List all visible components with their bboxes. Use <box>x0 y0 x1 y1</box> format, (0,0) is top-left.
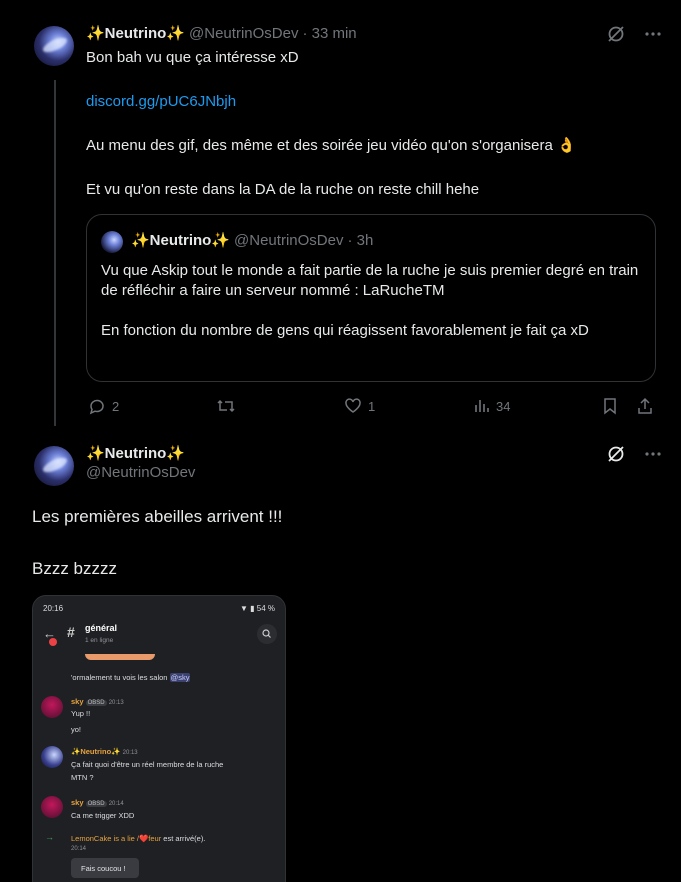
tweet-header: ✨Neutrino✨ @NeutrinOsDev · 33 min <box>86 24 357 43</box>
tweet-text-line: Bon bah vu que ça intéresse xD <box>86 49 299 66</box>
reply-button[interactable]: 2 <box>88 397 119 415</box>
display-name[interactable]: ✨Neutrino✨ <box>86 24 185 42</box>
quote-header: ✨Neutrino✨ @NeutrinOsDev · 3h <box>131 231 374 250</box>
tweet-text-line: Au menu des gif, des même et des soirée … <box>86 137 576 154</box>
views-icon <box>472 397 490 415</box>
message-author: ✨Neutrino✨ 20:13 <box>71 747 138 756</box>
retweet-button[interactable] <box>216 397 236 415</box>
avatar <box>41 796 63 818</box>
message-text: MTN ? <box>71 773 94 782</box>
join-message: LemonCake is a lie /❤️feur est arrivé(e)… <box>71 834 206 843</box>
quoted-tweet[interactable]: ✨Neutrino✨ @NeutrinOsDev · 3h Vu que Ask… <box>86 214 656 382</box>
avatar <box>101 231 123 253</box>
handle[interactable]: @NeutrinOsDev <box>86 463 195 483</box>
avatar <box>41 746 63 768</box>
handle: @NeutrinOsDev <box>234 231 344 249</box>
timestamp[interactable]: · 33 min <box>302 25 356 42</box>
like-icon <box>344 397 362 415</box>
phone-status-time: 20:16 <box>43 604 64 613</box>
message-text: Ca me trigger XDD <box>71 811 135 820</box>
avatar[interactable] <box>34 446 74 486</box>
display-name[interactable]: ✨Neutrino✨ <box>86 445 195 463</box>
display-name: ✨Neutrino✨ <box>131 232 231 249</box>
search-icon <box>257 624 277 644</box>
tweet-media-image[interactable]: 20:16 ▼ ▮ 54 % ← # général 1 en ligne 'o… <box>32 595 286 882</box>
quote-paragraph: En fonction du nombre de gens qui réagis… <box>101 322 589 339</box>
channel-header: ← # général 1 en ligne <box>33 618 285 654</box>
reply-icon <box>88 397 106 415</box>
retweet-icon <box>216 397 236 415</box>
more-icon[interactable] <box>644 445 662 463</box>
message-text: 'ormalement tu vois les salon @sky <box>71 673 191 682</box>
like-count: 1 <box>368 398 376 414</box>
bookmark-icon <box>602 397 618 415</box>
wave-button-label: Fais coucou ! <box>81 864 126 873</box>
channel-sub: 1 en ligne <box>85 637 114 644</box>
phone-battery: ▼ ▮ 54 % <box>240 604 275 613</box>
tweet-header-actions <box>606 444 662 464</box>
reply-count: 2 <box>112 398 120 414</box>
channel-name: général <box>85 623 118 633</box>
reaction-bar <box>85 654 155 660</box>
views-button[interactable]: 34 <box>472 397 510 415</box>
hash-icon: # <box>67 624 75 640</box>
join-time: 20:14 <box>71 846 87 852</box>
views-count: 34 <box>496 398 511 414</box>
notification-badge <box>49 638 57 646</box>
tweet-header-actions <box>606 24 662 44</box>
like-button[interactable]: 1 <box>344 397 375 415</box>
share-button[interactable] <box>636 397 654 415</box>
bookmark-button[interactable] <box>602 397 618 415</box>
discord-link[interactable]: discord.gg/pUC6JNbjh <box>86 92 236 112</box>
quote-text: Vu que Askip tout le monde a fait partie… <box>101 261 641 341</box>
share-icon <box>636 397 654 415</box>
handle[interactable]: @NeutrinOsDev <box>189 25 298 42</box>
message-author: sky OBSD 20:14 <box>71 798 124 807</box>
tweet-text-line: Bzzz bzzzz <box>32 559 118 578</box>
quote-paragraph: Vu que Askip tout le monde a fait partie… <box>101 262 639 299</box>
tweet-actions: 2 1 34 <box>86 397 656 419</box>
tweet-text-line: Les premières abeilles arrivent !!! <box>32 507 283 526</box>
join-arrow-icon: → <box>45 832 54 842</box>
more-icon[interactable] <box>644 25 662 43</box>
wave-button[interactable]: Fais coucou ! <box>71 858 139 878</box>
avatar <box>41 696 63 718</box>
timestamp: · 3h <box>347 231 374 249</box>
message-text: Ça fait quoi d'être un réel membre de la… <box>71 760 224 769</box>
avatar[interactable] <box>34 26 74 66</box>
tweet-header: ✨Neutrino✨ @NeutrinOsDev <box>86 445 195 483</box>
thread-line <box>54 80 56 426</box>
message-text: Yup !! <box>71 709 91 718</box>
tweet-text-line: Et vu qu'on reste dans la DA de la ruche… <box>86 181 480 198</box>
message-text: yo! <box>71 725 82 734</box>
grok-icon[interactable] <box>606 444 626 464</box>
grok-icon[interactable] <box>606 24 626 44</box>
